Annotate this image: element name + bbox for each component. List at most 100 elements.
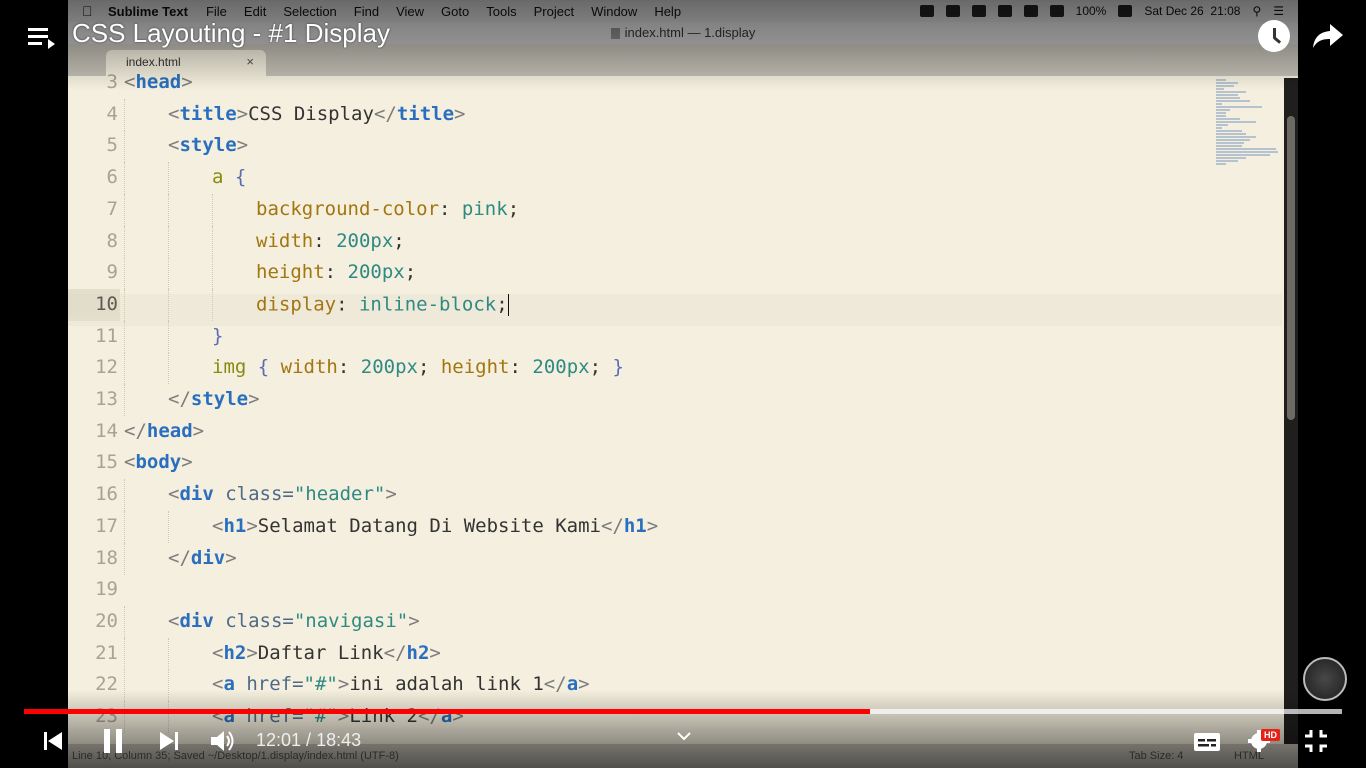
code-line[interactable]: 5 <style> <box>68 130 1282 167</box>
spotlight-icon[interactable]: ⚲ <box>1252 4 1261 18</box>
document-icon <box>610 28 620 40</box>
menu-tools[interactable]: Tools <box>486 4 516 19</box>
menu-find[interactable]: Find <box>354 4 379 19</box>
code-line[interactable]: 7 background-color: pink; <box>68 193 1282 231</box>
notification-center-icon[interactable]: ☰ <box>1273 4 1284 18</box>
app-menu[interactable]: Sublime Text <box>108 4 188 19</box>
indent-guide <box>168 225 170 258</box>
menu-edit[interactable]: Edit <box>244 4 266 19</box>
indent-guide <box>124 637 126 670</box>
menu-window[interactable]: Window <box>591 4 637 19</box>
line-number: 19 <box>95 578 118 601</box>
indent-guide <box>124 193 126 226</box>
code-editor[interactable]: 3 <head> 4 <title>CSS Display</title> 5 <styl… <box>68 72 1282 744</box>
indent-guide <box>212 225 214 258</box>
line-number: 13 <box>95 388 118 410</box>
minimap-line <box>1216 142 1244 144</box>
camera-icon[interactable] <box>919 5 934 17</box>
apple-icon[interactable]:  <box>82 3 108 19</box>
progress-bar[interactable] <box>24 709 1342 714</box>
code-line[interactable]: 19 <box>68 579 1282 611</box>
code-token: </ <box>124 419 147 442</box>
share-icon[interactable] <box>1312 22 1344 50</box>
menu-view[interactable]: View <box>396 4 424 19</box>
code-line[interactable]: 14 </head> <box>68 419 1282 453</box>
code-token: > <box>408 609 420 632</box>
fullscreen-exit-icon[interactable] <box>1302 726 1330 756</box>
indent-guide <box>124 320 126 353</box>
code-line[interactable]: 10 display: inline-block; <box>68 288 1282 326</box>
code-token: ; <box>589 356 613 379</box>
code-line[interactable]: 12 img { width: 200px; height: 200px; } <box>68 352 1282 389</box>
indent-guide <box>124 98 126 131</box>
vertical-scrollbar[interactable] <box>1284 78 1298 744</box>
code-token: < <box>212 641 224 664</box>
code-text: <h1>Selamat Datang Di Website Kami</h1> <box>212 514 659 537</box>
minimap-line <box>1216 148 1276 150</box>
minimap[interactable] <box>1216 78 1282 168</box>
tab-close-icon[interactable]: × <box>246 50 254 74</box>
code-text: </style> <box>168 389 260 410</box>
code-line[interactable]: 15 <body> <box>68 452 1282 484</box>
video-title[interactable]: CSS Layouting - #1 Display <box>72 18 390 49</box>
code-token: Daftar Link <box>257 641 384 664</box>
code-token: class= <box>213 483 294 506</box>
code-text: <div class="navigasi"> <box>168 609 420 632</box>
indent-guide <box>212 193 214 226</box>
battery-icon[interactable] <box>1118 5 1133 17</box>
watch-later-icon[interactable] <box>1258 20 1290 52</box>
code-line[interactable]: 22 <a href="#">ini adalah link 1</a> <box>68 669 1282 706</box>
wifi-icon[interactable] <box>1049 5 1064 17</box>
code-text: display: inline-block; <box>256 293 509 316</box>
dropbox-icon[interactable] <box>945 5 960 17</box>
previous-icon[interactable] <box>40 726 66 756</box>
tray-app-icon[interactable] <box>971 5 986 17</box>
line-number: 16 <box>95 483 118 506</box>
code-token: > <box>246 641 258 664</box>
code-token: { <box>257 356 281 379</box>
menu-selection[interactable]: Selection <box>283 4 336 19</box>
text-cursor <box>507 293 509 316</box>
volume-icon[interactable] <box>208 726 238 756</box>
time-machine-icon[interactable] <box>997 5 1012 17</box>
playlist-icon[interactable] <box>26 24 56 52</box>
progress-played <box>24 709 871 714</box>
code-token: a <box>223 673 235 696</box>
video-frame[interactable]:  Sublime Text File Edit Selection Find … <box>68 0 1298 768</box>
code-line[interactable]: 17 <h1>Selamat Datang Di Website Kami</h1… <box>68 510 1282 548</box>
menubar-clock[interactable]: Sat Dec 26 21:08 <box>1144 4 1240 18</box>
menu-goto[interactable]: Goto <box>441 4 469 19</box>
duration: 18:43 <box>316 730 362 750</box>
code-token: < <box>124 451 136 474</box>
airplay-icon[interactable] <box>1023 5 1038 17</box>
code-line[interactable]: 13 </style> <box>68 384 1282 421</box>
line-number: 22 <box>95 673 118 696</box>
code-line[interactable]: 20 <div class="navigasi"> <box>68 605 1282 643</box>
minimap-line <box>1216 97 1240 99</box>
menu-help[interactable]: Help <box>654 4 681 19</box>
line-number: 9 <box>106 261 118 284</box>
subtitles-icon[interactable] <box>1193 726 1221 756</box>
channel-watermark[interactable] <box>1303 657 1347 701</box>
chevron-down-icon[interactable] <box>676 728 692 744</box>
scrollbar-thumb[interactable] <box>1287 116 1295 420</box>
code-line[interactable]: 8 width: 200px; <box>68 225 1282 263</box>
code-line[interactable]: 18 </div> <box>68 542 1282 580</box>
code-token: > <box>236 102 249 125</box>
code-line[interactable]: 21 <h2>Daftar Link</h2> <box>68 637 1282 675</box>
code-line[interactable]: 11} <box>68 320 1282 358</box>
code-line[interactable]: 9 height: 200px; <box>68 257 1282 294</box>
minimap-line <box>1216 121 1256 123</box>
code-token: inline-block <box>358 293 497 316</box>
line-number: 15 <box>95 451 118 474</box>
code-line[interactable]: 6 a { <box>68 162 1282 199</box>
tab-size-status[interactable]: Tab Size: 4 <box>1129 744 1183 768</box>
next-icon[interactable] <box>156 726 182 756</box>
code-token: > <box>646 514 659 537</box>
menu-project[interactable]: Project <box>534 4 574 19</box>
code-line[interactable]: 16 <div class="header"> <box>68 479 1282 516</box>
code-line[interactable]: 4 <title>CSS Display</title> <box>68 98 1282 136</box>
menu-file[interactable]: File <box>206 4 227 19</box>
pause-icon[interactable] <box>100 726 126 756</box>
code-line[interactable]: 3 <head> <box>68 72 1282 104</box>
